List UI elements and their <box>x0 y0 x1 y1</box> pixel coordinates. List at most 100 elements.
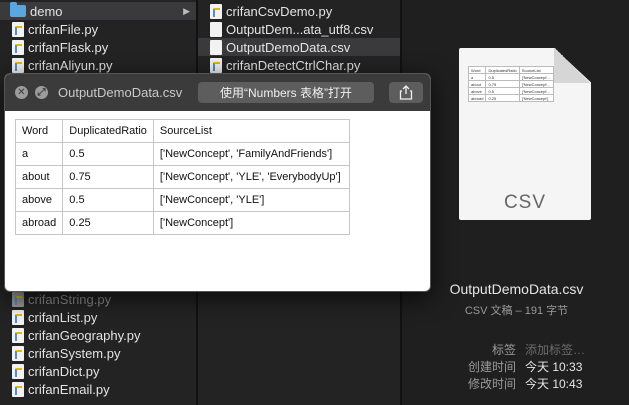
thumbnail-row: a 0.5 ['NewConcept'... <box>467 73 554 81</box>
item-label: crifanDict.py <box>28 363 100 379</box>
preview-kind-size: CSV 文稿 – 191 字节 <box>464 305 569 317</box>
item-label: crifanList.py <box>28 309 98 325</box>
file-item[interactable]: crifanFlask.py <box>0 38 196 56</box>
item-label: crifanDetectCtrlChar.py <box>226 57 361 73</box>
item-label: OutputDemoData.csv <box>226 39 351 55</box>
thumbnail-row: above 0.5 ['NewConcept'... <box>467 87 554 95</box>
python-file-icon <box>12 381 24 397</box>
item-label: crifanCsvDemo.py <box>226 3 333 19</box>
thumbnail-row: Word DuplicatedRatio SourceList <box>467 66 554 74</box>
thumbnail-cell: SourceList <box>518 66 554 74</box>
item-label: crifanGeography.py <box>28 327 141 343</box>
item-label: crifanFlask.py <box>28 39 109 55</box>
column-header: SourceList <box>152 119 350 143</box>
disclosure-arrow-icon: ▶ <box>183 5 190 16</box>
file-item[interactable]: OutputDem...ata_utf8.csv <box>198 20 400 38</box>
item-label: crifanAliyun.py <box>28 57 113 73</box>
share-icon <box>399 85 413 100</box>
item-label: demo <box>30 3 63 19</box>
quick-look-titlebar[interactable]: ✕ ⤢ OutputDemoData.csv 使用“Numbers 表格”打开 <box>5 74 430 111</box>
csv-file-icon <box>210 21 222 37</box>
file-item[interactable]: crifanEmail.py <box>0 380 196 398</box>
thumbnail-cell: DuplicatedRatio <box>485 66 520 74</box>
table-cell: abroad <box>14 211 64 235</box>
fullscreen-button[interactable]: ⤢ <box>35 86 48 99</box>
open-with-numbers-button[interactable]: 使用“Numbers 表格”打开 <box>198 82 374 103</box>
file-item[interactable]: crifanGeography.py <box>0 326 196 344</box>
csv-file-icon <box>210 39 222 55</box>
python-file-icon <box>12 39 24 55</box>
thumbnail-cell: ['NewConcept'... <box>518 80 554 88</box>
modified-value: 今天 10:43 <box>525 377 583 391</box>
table-cell: 0.5 <box>62 142 154 166</box>
close-icon: ✕ <box>17 87 26 98</box>
item-label: crifanEmail.py <box>28 381 110 397</box>
python-file-icon <box>210 3 222 19</box>
table-cell: a <box>14 142 64 166</box>
table-cell: ['NewConcept', 'FamilyAndFriends'] <box>152 142 350 166</box>
table-cell: 0.25 <box>62 211 154 235</box>
table-cell: ['NewConcept'] <box>152 211 350 235</box>
python-file-icon <box>12 21 24 37</box>
column-header: Word <box>14 119 64 143</box>
quick-look-window: ✕ ⤢ OutputDemoData.csv 使用“Numbers 表格”打开 … <box>4 73 431 292</box>
file-item-selected[interactable]: OutputDemoData.csv <box>198 38 400 56</box>
python-file-icon <box>12 57 24 73</box>
thumbnail-cell: above <box>467 87 487 95</box>
csv-table: Word DuplicatedRatio SourceList a 0.5 ['… <box>14 119 350 235</box>
thumbnail-cell: ['NewConcept'... <box>518 73 554 81</box>
table-row: about 0.75 ['NewConcept', 'YLE', 'Everyb… <box>14 165 350 189</box>
preview-filename: OutputDemoData.csv <box>449 281 584 297</box>
column-header: DuplicatedRatio <box>62 119 154 143</box>
icon-extension-label: CSV <box>503 192 547 213</box>
item-label: crifanSystem.py <box>28 345 121 361</box>
thumbnail-cell: ['NewConcept'... <box>518 87 554 95</box>
python-file-icon <box>12 291 24 307</box>
item-label: crifanFile.py <box>28 21 99 37</box>
created-label: 创建时间 <box>467 360 516 374</box>
folder-item-demo[interactable]: demo ▶ <box>0 2 196 20</box>
share-button[interactable] <box>389 82 423 103</box>
page-fold <box>554 48 591 83</box>
thumbnail-row: about 0.75 ['NewConcept'... <box>467 80 554 88</box>
file-item[interactable]: crifanString.py <box>0 290 196 308</box>
table-row: abroad 0.25 ['NewConcept'] <box>14 211 350 235</box>
modified-label: 修改时间 <box>467 377 516 391</box>
file-item[interactable]: crifanList.py <box>0 308 196 326</box>
item-label: crifanString.py <box>28 291 112 307</box>
table-cell: about <box>14 165 64 189</box>
quick-look-title: OutputDemoData.csv <box>58 85 183 100</box>
tags-label: 标签 <box>491 343 516 357</box>
file-item[interactable]: crifanDict.py <box>0 362 196 380</box>
thumbnail-cell: Word <box>467 66 487 74</box>
table-cell: 0.5 <box>62 188 154 212</box>
file-item[interactable]: crifanAliyun.py <box>0 56 196 74</box>
created-value: 今天 10:33 <box>525 360 583 374</box>
file-item[interactable]: crifanCsvDemo.py <box>198 2 400 20</box>
file-item[interactable]: crifanSystem.py <box>0 344 196 362</box>
table-cell: above <box>14 188 64 212</box>
table-cell: ['NewConcept', 'YLE', 'EverybodyUp'] <box>152 165 350 189</box>
table-row: a 0.5 ['NewConcept', 'FamilyAndFriends'] <box>14 142 350 166</box>
thumbnail-cell: 0.25 <box>485 94 520 102</box>
table-cell: ['NewConcept', 'YLE'] <box>152 188 350 212</box>
fullscreen-icon: ⤢ <box>37 87 46 98</box>
folder-icon <box>10 2 26 17</box>
file-item[interactable]: crifanFile.py <box>0 20 196 38</box>
python-file-icon <box>12 345 24 361</box>
thumbnail-row: abroad 0.25 ['NewConcept'] <box>467 94 554 102</box>
thumbnail-cell: 0.5 <box>485 73 520 81</box>
table-row: above 0.5 ['NewConcept', 'YLE'] <box>14 188 350 212</box>
thumbnail-table: Word DuplicatedRatio SourceList a 0.5 ['… <box>467 66 554 102</box>
item-label: OutputDem...ata_utf8.csv <box>226 21 374 37</box>
python-file-icon <box>12 309 24 325</box>
file-item[interactable]: crifanDetectCtrlChar.py <box>198 56 400 74</box>
thumbnail-cell: ['NewConcept'] <box>518 94 554 102</box>
thumbnail-cell: about <box>467 80 487 88</box>
python-file-icon <box>12 327 24 343</box>
thumbnail-cell: 0.75 <box>485 80 520 88</box>
thumbnail-cell: 0.5 <box>485 87 520 95</box>
add-tags-field[interactable]: 添加标签… <box>525 341 585 358</box>
thumbnail-cell: a <box>467 73 487 81</box>
close-button[interactable]: ✕ <box>15 86 28 99</box>
